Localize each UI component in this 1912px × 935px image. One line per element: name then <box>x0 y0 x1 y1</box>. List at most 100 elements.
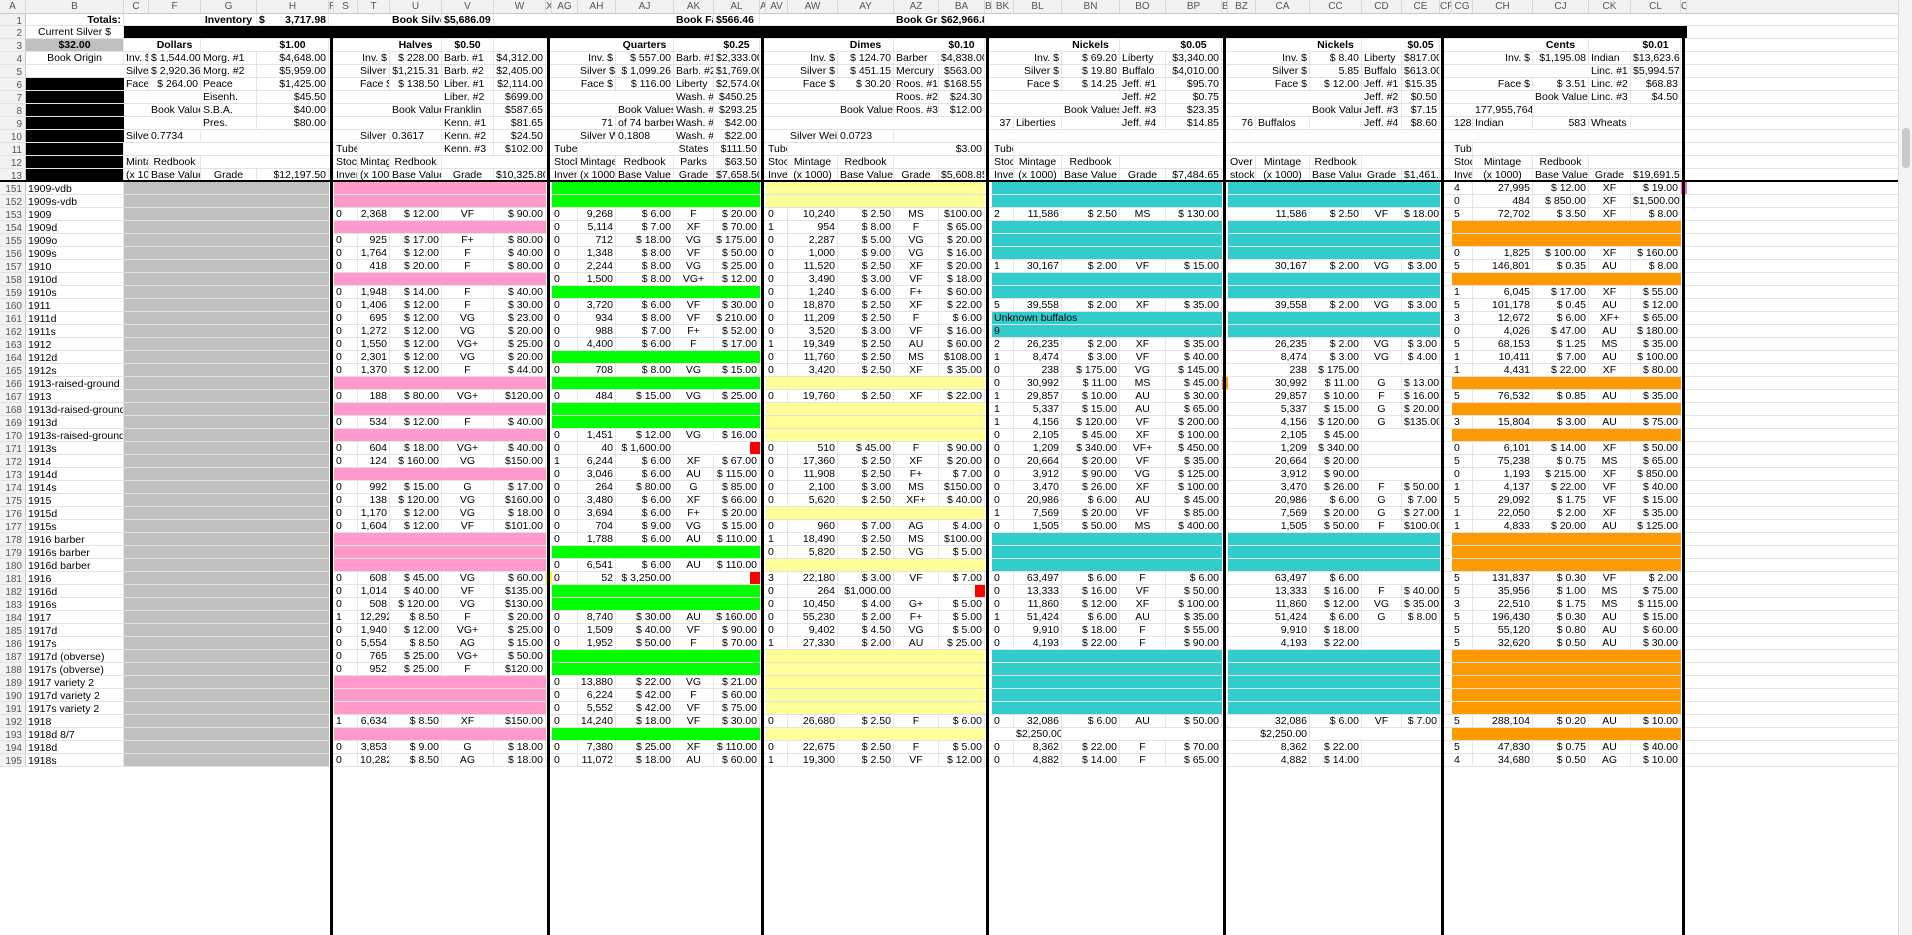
cell[interactable]: MS <box>894 351 939 363</box>
cell[interactable]: Base Value <box>1533 169 1589 180</box>
note-cell[interactable]: Unknown buffalos <box>992 312 1112 324</box>
cell[interactable]: 0 <box>766 494 788 506</box>
cell[interactable]: G <box>1362 611 1402 623</box>
note-cell[interactable]: 9 <box>992 325 1112 337</box>
cell[interactable]: 27,330 <box>788 637 838 649</box>
cell[interactable]: 0 <box>552 221 578 233</box>
cell[interactable]: VG <box>674 364 714 376</box>
cell[interactable]: $ 75.00 <box>1631 416 1681 428</box>
cell[interactable]: $ 2.50 <box>838 364 894 376</box>
cell[interactable]: $ 175.00 <box>1310 364 1362 376</box>
cell[interactable]: 177,955,764,000 <box>1473 104 1533 116</box>
cell[interactable]: $ 80.00 <box>494 234 546 246</box>
cell[interactable]: Barb. #2 <box>442 65 494 77</box>
cell[interactable]: $ 2.50 <box>838 468 894 480</box>
cell[interactable]: $ 451.15 <box>838 65 894 77</box>
cell[interactable]: $ 80.00 <box>616 481 674 493</box>
cell[interactable]: Mintage <box>578 156 616 168</box>
cell[interactable]: $ 4.00 <box>939 520 985 532</box>
cell[interactable]: $ 60.00 <box>1631 624 1681 636</box>
cell[interactable]: 0 <box>766 312 788 324</box>
cell[interactable]: $ 7.00 <box>1533 351 1589 363</box>
cell[interactable]: 29,857 <box>1014 390 1062 402</box>
cell[interactable]: 76 <box>1228 117 1256 129</box>
cell[interactable]: F <box>1120 741 1166 753</box>
row-header[interactable]: 187 <box>0 650 26 662</box>
cell[interactable]: $ 11.00 <box>1062 377 1120 389</box>
cell[interactable]: 0 <box>334 481 358 493</box>
cell[interactable]: 1 <box>992 507 1014 519</box>
cell[interactable]: $ 2.50 <box>1062 208 1120 220</box>
cell[interactable]: $ 6.00 <box>1062 715 1120 727</box>
cell[interactable]: Face $ <box>788 78 838 90</box>
cell[interactable]: 1915d <box>26 507 124 519</box>
cell[interactable]: $ 9.00 <box>616 520 674 532</box>
data-row[interactable]: 1911 0 1,406 $ 12.00 F $ 30.00 0 3,720 $ 6.00 VF $… <box>0 299 1898 312</box>
cell[interactable]: $ 8.50 <box>390 637 442 649</box>
cell[interactable]: 0 <box>766 273 788 285</box>
cell[interactable]: 1 <box>766 338 788 350</box>
cell[interactable]: Silver Weight <box>788 130 838 142</box>
cell[interactable]: VG <box>442 351 494 363</box>
cell[interactable]: 1,406 <box>358 299 390 311</box>
cell[interactable]: VG <box>442 572 494 584</box>
cell[interactable]: $ 557.00 <box>616 52 674 64</box>
row-header[interactable]: 173 <box>0 468 26 480</box>
cell[interactable]: Nickels <box>1062 39 1120 51</box>
cell[interactable]: $12.00 <box>939 104 985 116</box>
cell[interactable]: $80.00 <box>257 117 329 129</box>
cell[interactable]: 2,105 <box>1014 429 1062 441</box>
cell[interactable]: 19,300 <box>788 754 838 766</box>
cell[interactable]: $ 67.00 <box>714 455 760 467</box>
cell[interactable]: 0 <box>552 481 578 493</box>
cell[interactable]: 1918s <box>26 754 124 766</box>
cell[interactable]: $ 22.00 <box>1310 637 1362 649</box>
cell[interactable]: 0 <box>766 481 788 493</box>
cell[interactable]: 39,558 <box>1014 299 1062 311</box>
cell[interactable]: Quarters <box>616 39 674 51</box>
cell[interactable]: 0 <box>1452 247 1473 259</box>
cell[interactable]: 608 <box>358 572 390 584</box>
cell[interactable]: $ 40.00 <box>494 442 546 454</box>
cell[interactable]: 1909d <box>26 221 124 233</box>
cell[interactable]: 22,050 <box>1473 507 1533 519</box>
cell[interactable]: $ 6.00 <box>1533 312 1589 324</box>
cell[interactable]: $ 42.00 <box>616 702 674 714</box>
cell[interactable]: $ 5.00 <box>939 598 985 610</box>
cell[interactable]: Mintage <box>788 156 838 168</box>
cell[interactable]: States <box>674 143 714 155</box>
cell[interactable]: (x 1000) <box>1256 169 1310 180</box>
cell[interactable]: $ 5.00 <box>939 611 985 623</box>
data-row[interactable]: 1910s 0 1,948 $ 14.00 F $ 40.00 0 1,240 $ 6.00 F+… <box>0 286 1898 299</box>
cell[interactable]: 8,474 <box>1256 351 1310 363</box>
cell[interactable]: $ 55.00 <box>1631 286 1681 298</box>
cell[interactable]: 1917d (obverse) <box>26 650 124 662</box>
cell[interactable]: 2,287 <box>788 234 838 246</box>
cell[interactable]: XF <box>674 494 714 506</box>
cell[interactable]: $ 2.50 <box>838 533 894 545</box>
cell[interactable]: $ 20.00 <box>714 208 760 220</box>
cell[interactable]: 0 <box>766 260 788 272</box>
scrollbar-thumb[interactable] <box>1902 128 1910 168</box>
cell[interactable]: Redbook <box>1533 156 1589 168</box>
data-row[interactable]: 1909-vdb 4 27,995 $ 12.00 XF $ 19.00 151 <box>0 182 1898 195</box>
cell[interactable]: (x 1000) <box>1473 169 1533 180</box>
cell[interactable]: Stock <box>766 156 788 168</box>
cell[interactable]: 32,086 <box>1256 715 1310 727</box>
cell[interactable]: AU <box>674 611 714 623</box>
cell[interactable]: $ 75.00 <box>1631 585 1681 597</box>
cell[interactable]: $ 2.50 <box>838 546 894 558</box>
cell[interactable]: $0.75 <box>1166 91 1222 103</box>
cell[interactable]: XF <box>894 299 939 311</box>
cell[interactable]: $ 25.00 <box>390 663 442 675</box>
cell[interactable]: 0 <box>334 650 358 662</box>
cell[interactable]: $ 2.00 <box>1631 572 1681 584</box>
cell[interactable]: 0 <box>766 234 788 246</box>
cell[interactable]: MS <box>894 481 939 493</box>
cell[interactable]: 0 <box>766 286 788 298</box>
cell[interactable]: 0 <box>992 429 1014 441</box>
cell[interactable]: $ 27.00 <box>1402 507 1440 519</box>
cell[interactable]: VG+ <box>442 442 494 454</box>
cell[interactable]: XF <box>1589 208 1631 220</box>
cell[interactable]: 0 <box>334 312 358 324</box>
